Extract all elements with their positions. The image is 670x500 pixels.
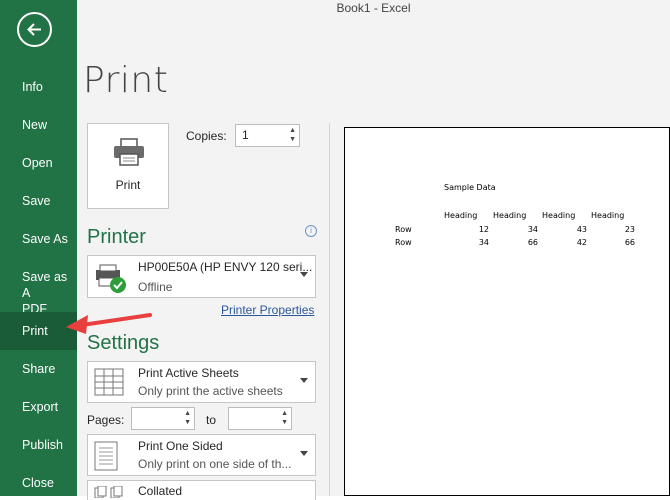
sided-desc: Only print on one side of th... [138, 457, 292, 471]
pages-label: Pages: [87, 413, 125, 427]
copies-label: Copies: [186, 129, 227, 143]
sidebar-item-label: New [22, 118, 48, 132]
sidebar-item-save-as[interactable]: Save As [0, 231, 77, 247]
preview-header-cell: Heading [493, 211, 527, 220]
print-preview: Sample Data Heading Heading Heading Head… [344, 127, 670, 496]
settings-heading: Settings [87, 332, 160, 354]
print-what-desc: Only print the active sheets [138, 384, 283, 398]
pages-to-label: to [206, 413, 217, 427]
printer-name: HP00E50A (HP ENVY 120 seri... [138, 260, 313, 274]
sided-value: Print One Sided [138, 439, 223, 453]
preview-row-label: Row [395, 238, 412, 247]
collation-select[interactable]: Collated [87, 480, 316, 500]
sidebar-item-label: Export [22, 400, 59, 414]
print-button[interactable]: Print [87, 123, 169, 209]
sidebar-item-label: Print [22, 324, 48, 338]
preview-cell: 34 [478, 238, 489, 247]
pane-divider [329, 123, 330, 496]
sided-select[interactable]: Print One Sided Only print on one side o… [87, 434, 316, 476]
backstage-sidebar: Info New Open Save Save As Save as A PDF… [0, 0, 77, 496]
preview-cell: 66 [624, 238, 635, 247]
copies-stepper[interactable]: 1 ▲ ▼ [235, 124, 300, 147]
preview-header-cell: Heading [542, 211, 576, 220]
sidebar-item-label: Close [22, 476, 54, 490]
print-button-label: Print [115, 178, 141, 192]
print-what-select[interactable]: Print Active Sheets Only print the activ… [87, 361, 316, 403]
one-sided-page-icon [94, 441, 118, 471]
printer-ready-icon [96, 264, 126, 293]
stepper-arrows-icon[interactable]: ▲ ▼ [281, 409, 288, 427]
chevron-down-icon [300, 272, 308, 277]
pages-from-input[interactable]: ▲ ▼ [131, 407, 195, 430]
printer-status: Offline [138, 280, 173, 294]
sidebar-item-save-as-pdf[interactable]: Save as A PDF [0, 269, 77, 317]
chevron-down-icon [300, 451, 308, 456]
printer-select[interactable]: HP00E50A (HP ENVY 120 seri... Offline [87, 255, 316, 298]
printer-properties-link[interactable]: Printer Properties [221, 303, 314, 317]
preview-cell: 42 [576, 238, 587, 247]
preview-cell: 43 [576, 225, 587, 234]
sidebar-item-save[interactable]: Save [0, 193, 77, 209]
chevron-down-icon [300, 378, 308, 383]
sidebar-item-label-line1: Save as A [22, 270, 68, 300]
sidebar-item-label: Save [22, 194, 51, 208]
printer-heading: Printer [87, 226, 146, 248]
sidebar-item-share[interactable]: Share [0, 361, 77, 377]
preview-cell: 23 [624, 225, 635, 234]
sidebar-item-export[interactable]: Export [0, 399, 77, 415]
preview-header-cell: Heading [591, 211, 625, 220]
sidebar-item-info[interactable]: Info [0, 79, 77, 95]
sidebar-item-label: Save As [22, 232, 68, 246]
back-button[interactable] [17, 12, 52, 47]
preview-cell: 34 [527, 225, 538, 234]
sidebar-item-publish[interactable]: Publish [0, 437, 77, 453]
pages-to-input[interactable]: ▲ ▼ [228, 407, 292, 430]
window-title: Book1 - Excel [77, 0, 670, 18]
stepper-arrows-icon[interactable]: ▲ ▼ [184, 409, 191, 427]
print-what-value: Print Active Sheets [138, 366, 239, 380]
sheet-grid-icon [94, 368, 124, 396]
sidebar-item-print[interactable]: Print [0, 312, 77, 350]
page-title: Print [83, 60, 169, 101]
back-arrow-icon [27, 23, 41, 36]
preview-cell: 12 [478, 225, 489, 234]
preview-title: Sample Data [444, 183, 496, 192]
info-icon[interactable]: i [305, 225, 317, 237]
preview-row-label: Row [395, 225, 412, 234]
sidebar-item-label: Info [22, 80, 43, 94]
sidebar-item-close[interactable]: Close [0, 475, 77, 491]
stepper-arrows-icon[interactable]: ▲ ▼ [289, 126, 296, 144]
sidebar-item-open[interactable]: Open [0, 155, 77, 171]
sidebar-item-label: Share [22, 362, 56, 376]
collated-pages-icon [94, 486, 123, 498]
sidebar-item-label: Open [22, 156, 53, 170]
preview-cell: 66 [527, 238, 538, 247]
printer-icon [114, 138, 144, 166]
sidebar-item-new[interactable]: New [0, 117, 77, 133]
copies-value: 1 [242, 128, 249, 142]
preview-header-cell: Heading [444, 211, 478, 220]
sidebar-item-label: Publish [22, 438, 63, 452]
